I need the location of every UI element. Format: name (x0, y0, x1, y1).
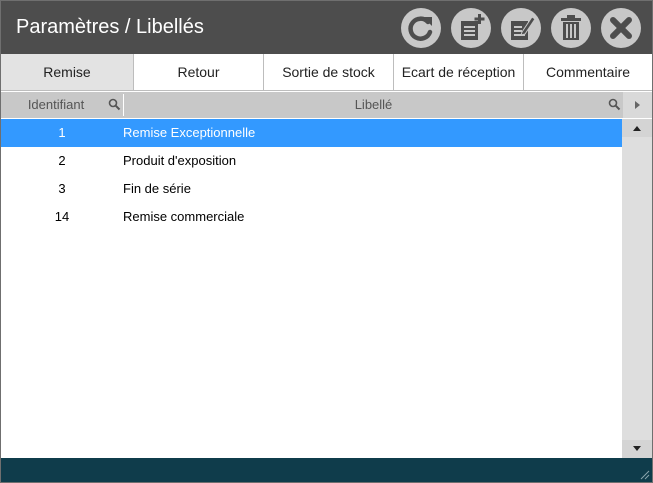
scroll-down-button[interactable] (622, 440, 652, 458)
cell-identifiant: 1 (58, 125, 66, 140)
labels-window: Paramètres / Libellés Remise Retour Sort… (0, 0, 653, 483)
vertical-scrollbar[interactable] (622, 119, 652, 458)
scroll-right-button[interactable] (623, 92, 652, 118)
search-icon[interactable] (608, 98, 621, 111)
tab-remise[interactable]: Remise (1, 54, 134, 91)
edit-button[interactable] (501, 8, 541, 48)
cell-libelle: Remise commerciale (123, 209, 245, 224)
tab-sortie-de-stock[interactable]: Sortie de stock (264, 54, 394, 91)
triangle-up-icon (633, 126, 641, 131)
table-row[interactable]: 14 Remise commerciale (1, 203, 622, 231)
refresh-icon (408, 16, 433, 41)
grid-body: 1 Remise Exceptionnelle 2 Produit d'expo… (1, 119, 622, 458)
cell-identifiant: 3 (58, 181, 66, 196)
cell-libelle: Fin de série (123, 181, 191, 196)
delete-button[interactable] (551, 8, 591, 48)
cell-libelle: Produit d'exposition (123, 153, 237, 168)
cell-identifiant: 2 (58, 153, 66, 168)
window-title: Paramètres / Libellés (16, 16, 204, 38)
status-bar (1, 458, 652, 482)
triangle-down-icon (633, 446, 641, 451)
table-row[interactable]: 1 Remise Exceptionnelle (1, 119, 622, 147)
column-header-identifiant[interactable]: Identifiant (1, 92, 123, 118)
tab-ecart-de-reception[interactable]: Ecart de réception (394, 54, 524, 91)
edit-document-icon (511, 16, 536, 40)
table-row[interactable]: 2 Produit d'exposition (1, 147, 622, 175)
table-row[interactable]: 3 Fin de série (1, 175, 622, 203)
column-header-libelle[interactable]: Libellé (124, 92, 623, 118)
resize-grip-icon[interactable] (638, 468, 650, 480)
trash-icon (561, 15, 581, 40)
cell-identifiant: 14 (54, 209, 70, 224)
grid-header: Identifiant Libellé (1, 92, 652, 118)
close-icon (610, 17, 632, 39)
tab-retour[interactable]: Retour (134, 54, 264, 91)
title-bar: Paramètres / Libellés (1, 1, 652, 54)
close-button[interactable] (601, 8, 641, 48)
tab-commentaire[interactable]: Commentaire (524, 54, 652, 91)
scroll-up-button[interactable] (622, 119, 652, 137)
add-document-icon (461, 14, 485, 40)
cell-libelle: Remise Exceptionnelle (123, 125, 256, 140)
tab-bar: Remise Retour Sortie de stock Ecart de r… (1, 54, 652, 92)
column-header-label: Identifiant (27, 97, 85, 112)
search-icon[interactable] (108, 98, 121, 111)
refresh-button[interactable] (401, 8, 441, 48)
add-button[interactable] (451, 8, 491, 48)
chevron-right-icon (635, 101, 640, 109)
column-header-label: Libellé (354, 97, 393, 112)
